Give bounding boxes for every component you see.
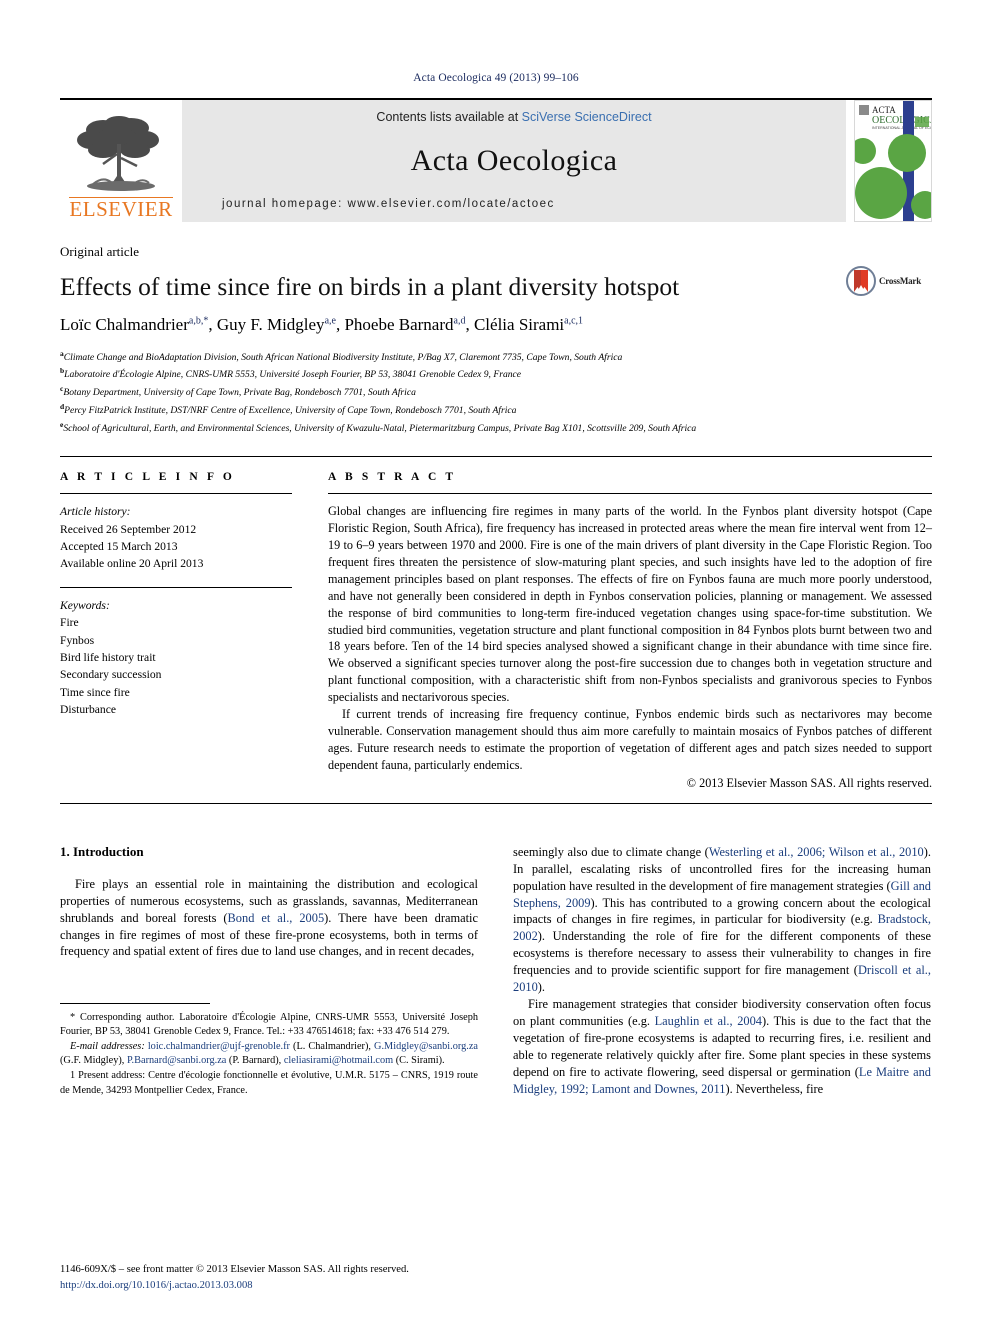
keyword-item: Fire xyxy=(60,616,79,630)
affiliation-text: Laboratoire d'Écologie Alpine, CNRS-UMR … xyxy=(64,369,522,381)
section-heading-introduction: 1. Introduction xyxy=(60,843,144,859)
info-abstract-band: A R T I C L E I N F O Article history: R… xyxy=(60,456,932,790)
divider xyxy=(60,493,292,495)
author-affil-marks: a,e xyxy=(324,315,336,327)
affiliation-text: Climate Change and BioAdaptation Divisio… xyxy=(63,351,623,363)
author-name: Loïc Chalmandrier xyxy=(60,315,189,335)
article-history-label: Article history: xyxy=(60,505,131,519)
article-title: Effects of time since fire on birds in a… xyxy=(60,272,680,301)
divider xyxy=(328,493,932,495)
crossmark-badge[interactable]: CrossMark xyxy=(846,266,932,296)
intro-text: ). Nevertheless, fire xyxy=(725,1082,824,1097)
keyword-item: Disturbance xyxy=(60,703,117,717)
keywords-label: Keywords: xyxy=(60,598,110,612)
author-affil-marks: a,c,1 xyxy=(564,315,584,327)
history-available-online: Available online 20 April 2013 xyxy=(60,557,204,571)
footnote-corresponding-text: * Corresponding author. Laboratoire d'Éc… xyxy=(60,1011,478,1038)
divider xyxy=(60,802,932,804)
keyword-item: Fynbos xyxy=(60,633,95,647)
author-affil-marks: a,b,* xyxy=(188,315,209,327)
article-info-heading: A R T I C L E I N F O xyxy=(60,471,235,484)
footnote-present-address-text: 1 Present address: Centre d'écologie fon… xyxy=(60,1070,478,1096)
affiliation-item: eSchool of Agricultural, Earth, and Envi… xyxy=(60,419,932,437)
affiliation-item: cBotany Department, University of Cape T… xyxy=(60,383,932,401)
intro-text: ). xyxy=(537,980,546,995)
elsevier-wordmark: ELSEVIER xyxy=(69,197,173,221)
article-type-label: Original article xyxy=(60,244,140,259)
history-accepted: Accepted 15 March 2013 xyxy=(60,540,178,554)
author-name: Guy F. Midgley xyxy=(216,315,325,335)
footnote-divider xyxy=(60,1002,210,1004)
body-columns: 1. Introduction Fire plays an essential … xyxy=(60,844,932,1099)
abstract-heading: A B S T R A C T xyxy=(328,471,457,484)
citation-link[interactable]: Bond et al., 2005 xyxy=(228,911,325,925)
journal-title: Acta Oecologica xyxy=(410,144,618,177)
keyword-item: Bird life history trait xyxy=(60,651,156,665)
running-head: Acta Oecologica 49 (2013) 99–106 xyxy=(413,72,579,84)
article-info-column: A R T I C L E I N F O Article history: R… xyxy=(60,471,292,790)
email-person: (P. Barnard), xyxy=(228,1055,282,1067)
abstract-column: A B S T R A C T Global changes are influ… xyxy=(328,471,932,790)
citation-link[interactable]: Westerling et al., 2006; Wilson et al., … xyxy=(709,845,924,859)
author-name: Phoebe Barnard xyxy=(344,315,454,335)
svg-text:ACTA: ACTA xyxy=(872,105,896,115)
title-block: Original article Effects of time since f… xyxy=(60,244,932,436)
footnote-present-address: 1 Present address: Centre d'écologie fon… xyxy=(60,1069,478,1098)
journal-masthead: ELSEVIER Contents lists available at Sci… xyxy=(60,98,932,222)
keyword-item: Time since fire xyxy=(60,685,130,699)
footnote-area: * Corresponding author. Laboratoire d'Éc… xyxy=(60,1002,478,1099)
email-person: (C. Sirami). xyxy=(395,1055,445,1067)
body-column-left: 1. Introduction Fire plays an essential … xyxy=(60,844,478,1099)
body-column-right: seemingly also due to climate change (We… xyxy=(513,844,931,1099)
author-list: Loïc Chalmandriera,b,*, Guy F. Midgleya,… xyxy=(60,315,584,335)
email-addresses-label: E-mail addresses: xyxy=(70,1040,145,1052)
footnote-corresponding-author: * Corresponding author. Laboratoire d'Éc… xyxy=(60,1011,478,1040)
affiliation-item: dPercy FitzPatrick Institute, DST/NRF Ce… xyxy=(60,401,932,419)
abstract-paragraph: Global changes are influencing fire regi… xyxy=(328,504,932,705)
divider xyxy=(60,586,292,588)
affiliation-item: aClimate Change and BioAdaptation Divisi… xyxy=(60,348,932,366)
email-address[interactable]: loic.chalmandrier@ujf-grenoble.fr xyxy=(148,1041,290,1052)
affiliation-text: Botany Department, University of Cape To… xyxy=(63,387,416,399)
affiliation-text: Percy FitzPatrick Institute, DST/NRF Cen… xyxy=(64,405,517,417)
history-received: Received 26 September 2012 xyxy=(60,522,197,536)
contents-prefix: Contents lists available at xyxy=(376,110,522,124)
email-address[interactable]: P.Barnard@sanbi.org.za xyxy=(127,1055,226,1066)
author-affil-marks: a,d xyxy=(453,315,466,327)
intro-paragraph-left: Fire plays an essential role in maintain… xyxy=(60,876,478,961)
sciencedirect-link[interactable]: SciVerse ScienceDirect xyxy=(522,110,652,124)
intro-text: seemingly also due to climate change ( xyxy=(513,844,709,859)
issn-copyright-line: 1146-609X/$ – see front matter © 2013 El… xyxy=(60,1264,409,1276)
abstract-paragraph: If current trends of increasing fire fre… xyxy=(328,706,932,772)
email-person: (L. Chalmandrier), xyxy=(293,1040,371,1052)
keyword-item: Secondary succession xyxy=(60,668,162,682)
email-person: (G.F. Midgley), xyxy=(60,1055,125,1067)
journal-cover-thumbnail: ACTA OECOLOGICA INTERNATIONAL JOURNAL OF… xyxy=(854,100,932,222)
intro-paragraph-right-2: Fire management strategies that consider… xyxy=(513,996,931,1098)
abstract-copyright: © 2013 Elsevier Masson SAS. All rights r… xyxy=(686,775,932,790)
journal-homepage-line[interactable]: journal homepage: www.elsevier.com/locat… xyxy=(182,198,555,210)
contents-available-line: Contents lists available at SciVerse Sci… xyxy=(376,110,651,124)
page-footer: 1146-609X/$ – see front matter © 2013 El… xyxy=(60,1262,478,1293)
intro-paragraph-right-1: seemingly also due to climate change (We… xyxy=(513,844,931,997)
affiliation-text: School of Agricultural, Earth, and Envir… xyxy=(63,422,697,434)
affiliation-item: bLaboratoire d'Écologie Alpine, CNRS-UMR… xyxy=(60,365,932,383)
elsevier-logo: ELSEVIER xyxy=(60,100,182,222)
affiliation-list: aClimate Change and BioAdaptation Divisi… xyxy=(60,348,932,437)
author-name: Clélia Sirami xyxy=(473,315,565,335)
paper-page: Acta Oecologica 49 (2013) 99–106 ELSEVIE… xyxy=(0,0,992,1323)
doi-link[interactable]: http://dx.doi.org/10.1016/j.actao.2013.0… xyxy=(60,1278,478,1293)
citation-link[interactable]: Laughlin et al., 2004 xyxy=(655,1014,762,1028)
crossmark-icon xyxy=(846,266,876,296)
footnote-emails: E-mail addresses: loic.chalmandrier@ujf-… xyxy=(60,1040,478,1069)
journal-cover-art: ACTA OECOLOGICA INTERNATIONAL JOURNAL OF… xyxy=(855,101,931,221)
email-address[interactable]: cleliasirami@hotmail.com xyxy=(284,1055,393,1066)
masthead-center-panel: Contents lists available at SciVerse Sci… xyxy=(182,100,846,222)
email-address[interactable]: G.Midgley@sanbi.org.za xyxy=(374,1041,478,1052)
elsevier-tree-icon xyxy=(77,116,159,191)
crossmark-label: CrossMark xyxy=(879,276,922,286)
